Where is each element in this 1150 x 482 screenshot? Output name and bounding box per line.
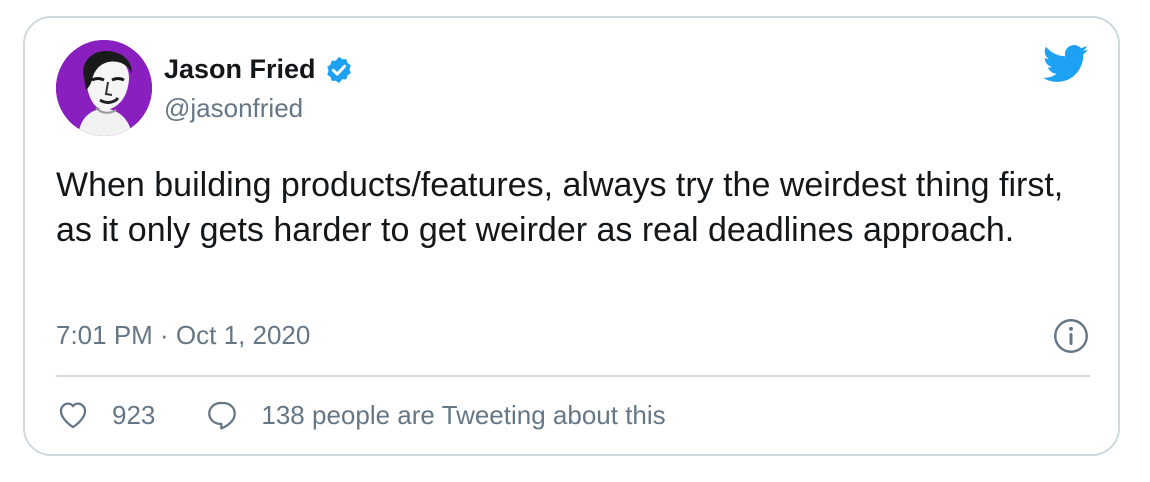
tweeting-about-link[interactable]: 138 people are Tweeting about this (205, 398, 666, 432)
speech-bubble-icon (208, 401, 237, 430)
heart-icon (59, 402, 87, 429)
author-handle[interactable]: @jasonfried (164, 93, 303, 124)
tweet-actions: 923 138 people are Tweeting about this (56, 398, 666, 432)
divider (56, 375, 1090, 377)
avatar-portrait (56, 40, 152, 136)
author-name-row[interactable]: Jason Fried (164, 54, 354, 85)
verified-badge-icon (326, 56, 351, 83)
like-count: 923 (112, 399, 156, 430)
avatar[interactable] (56, 40, 152, 136)
tweet-text: When building products/features, always … (56, 166, 1064, 249)
like-button[interactable]: 923 (56, 398, 155, 432)
twitter-bird-icon[interactable] (1043, 44, 1089, 84)
tweeting-about-text: 138 people are Tweeting about this (261, 399, 666, 430)
tweet-timestamp[interactable]: 7:01 PM · Oct 1, 2020 (56, 320, 310, 351)
info-icon[interactable] (1053, 318, 1089, 354)
tweet-card[interactable]: Jason Fried @jasonfried When building pr… (23, 16, 1120, 456)
author-name[interactable]: Jason Fried (164, 54, 316, 85)
